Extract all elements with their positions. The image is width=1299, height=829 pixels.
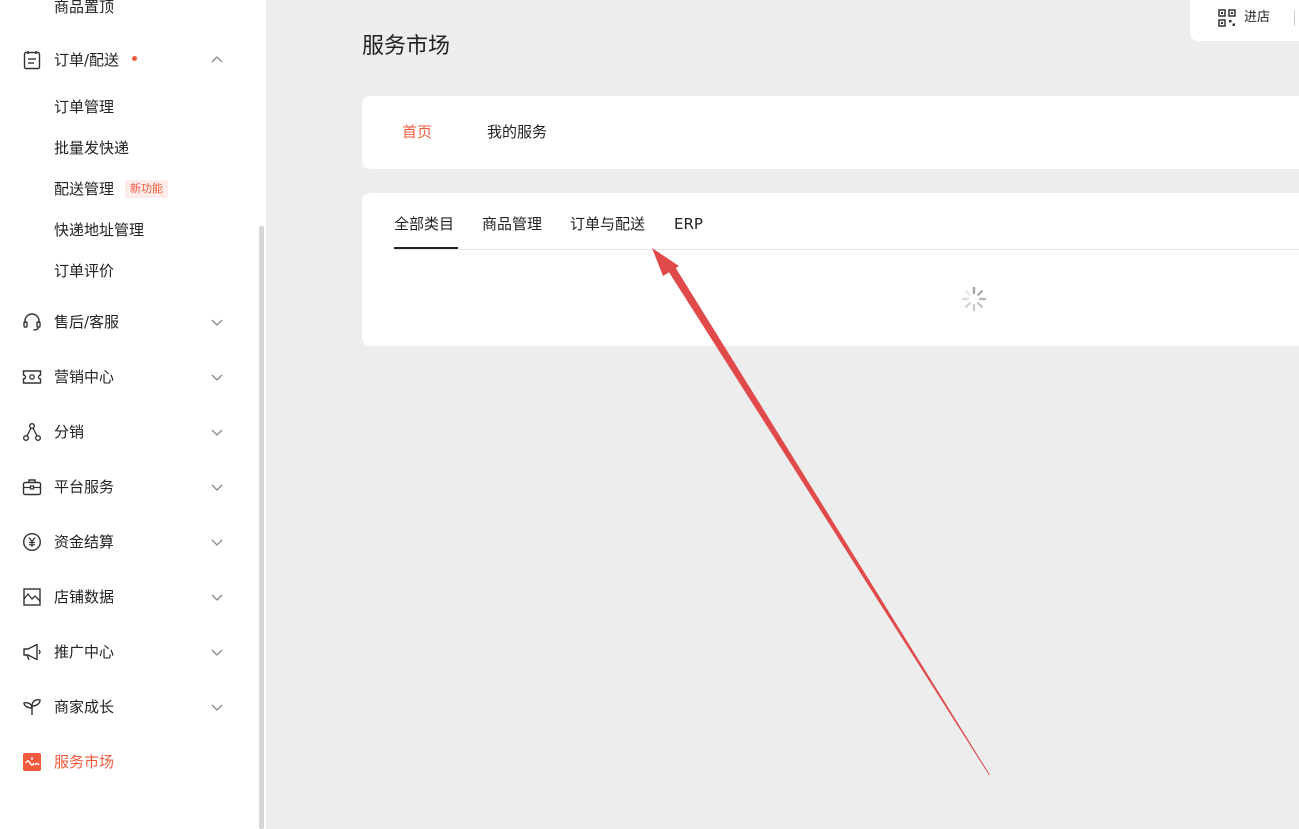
sidebar-item-label: 分销 bbox=[54, 423, 85, 441]
chevron-down-icon bbox=[211, 594, 223, 601]
sidebar-item-product-pin[interactable]: 商品置顶 bbox=[54, 0, 114, 17]
sidebar-group-order-delivery[interactable]: 订单/配送 bbox=[0, 45, 250, 75]
chevron-down-icon bbox=[211, 649, 223, 656]
ticket-icon bbox=[21, 366, 43, 388]
sidebar-item-growth[interactable]: 商家成长 bbox=[0, 692, 250, 722]
sidebar-item-delivery-manage[interactable]: 配送管理 bbox=[54, 179, 114, 199]
tab-product-manage[interactable]: 商品管理 bbox=[482, 214, 542, 234]
sidebar-item-distribution[interactable]: 分销 bbox=[0, 417, 250, 447]
sidebar-item-label: 营销中心 bbox=[54, 368, 115, 386]
active-tab-underline bbox=[394, 247, 458, 249]
sidebar-item-label: 售后/客服 bbox=[54, 313, 120, 331]
megaphone-icon bbox=[21, 641, 43, 663]
share-nodes-icon bbox=[21, 421, 43, 443]
sidebar-item-marketing[interactable]: 营销中心 bbox=[0, 362, 250, 392]
tab-my-services[interactable]: 我的服务 bbox=[487, 122, 547, 142]
sidebar-item-label: 店铺数据 bbox=[54, 588, 115, 606]
sidebar-item-after-sale[interactable]: 售后/客服 bbox=[0, 307, 250, 337]
loading-spinner-icon bbox=[961, 286, 987, 312]
tab-order-delivery[interactable]: 订单与配送 bbox=[570, 214, 645, 234]
tab-divider bbox=[394, 249, 1299, 250]
qr-code-icon bbox=[1218, 9, 1236, 27]
page-title: 服务市场 bbox=[362, 34, 451, 59]
chevron-down-icon bbox=[211, 704, 223, 711]
sidebar-item-label: 服务市场 bbox=[54, 753, 115, 771]
chevron-down-icon bbox=[211, 429, 223, 436]
sidebar-item-label: 推广中心 bbox=[54, 643, 115, 661]
chevron-up-icon bbox=[211, 56, 223, 63]
sidebar-item-service-market[interactable]: 服务市场 bbox=[0, 747, 250, 777]
sidebar-item-funds[interactable]: 资金结算 bbox=[0, 527, 250, 557]
enter-store-widget[interactable]: 进店 bbox=[1190, 0, 1299, 41]
category-card: 全部类目 商品管理 订单与配送 ERP bbox=[362, 193, 1299, 346]
tab-home[interactable]: 首页 bbox=[402, 122, 432, 142]
yen-circle-icon bbox=[21, 531, 43, 553]
chart-box-icon bbox=[21, 586, 43, 608]
headset-icon bbox=[21, 311, 43, 333]
chevron-down-icon bbox=[211, 539, 223, 546]
sidebar-item-promotion[interactable]: 推广中心 bbox=[0, 637, 250, 667]
chevron-down-icon bbox=[211, 374, 223, 381]
sidebar-item-label: 平台服务 bbox=[54, 478, 115, 496]
sidebar-scrollbar[interactable] bbox=[259, 226, 264, 829]
divider bbox=[1294, 10, 1295, 26]
tab-all-categories[interactable]: 全部类目 bbox=[394, 214, 454, 234]
tab-erp[interactable]: ERP bbox=[674, 214, 703, 234]
briefcase-icon bbox=[21, 476, 43, 498]
sidebar-item-label: 资金结算 bbox=[54, 533, 115, 551]
chevron-down-icon bbox=[211, 484, 223, 491]
sidebar-item-express-address[interactable]: 快递地址管理 bbox=[54, 220, 144, 240]
clipboard-icon bbox=[21, 49, 43, 71]
puzzle-icon bbox=[21, 751, 43, 773]
sidebar-item-platform-service[interactable]: 平台服务 bbox=[0, 472, 250, 502]
sprout-icon bbox=[21, 696, 43, 718]
enter-store-label: 进店 bbox=[1244, 10, 1271, 25]
sidebar: 商品置顶 订单/配送 订单管理 批量发快递 配送管理 新功能 快递地址管理 订单… bbox=[0, 0, 266, 829]
sidebar-item-label: 商家成长 bbox=[54, 698, 115, 716]
notification-dot bbox=[132, 56, 137, 61]
sidebar-group-label: 订单/配送 bbox=[54, 51, 120, 69]
top-tabs-card: 首页 我的服务 bbox=[362, 96, 1299, 169]
sidebar-item-batch-express[interactable]: 批量发快递 bbox=[54, 138, 129, 158]
sidebar-item-store-data[interactable]: 店铺数据 bbox=[0, 582, 250, 612]
chevron-down-icon bbox=[211, 319, 223, 326]
sidebar-item-order-review[interactable]: 订单评价 bbox=[54, 261, 114, 281]
sidebar-item-order-manage[interactable]: 订单管理 bbox=[54, 97, 114, 117]
new-feature-badge: 新功能 bbox=[125, 180, 168, 198]
